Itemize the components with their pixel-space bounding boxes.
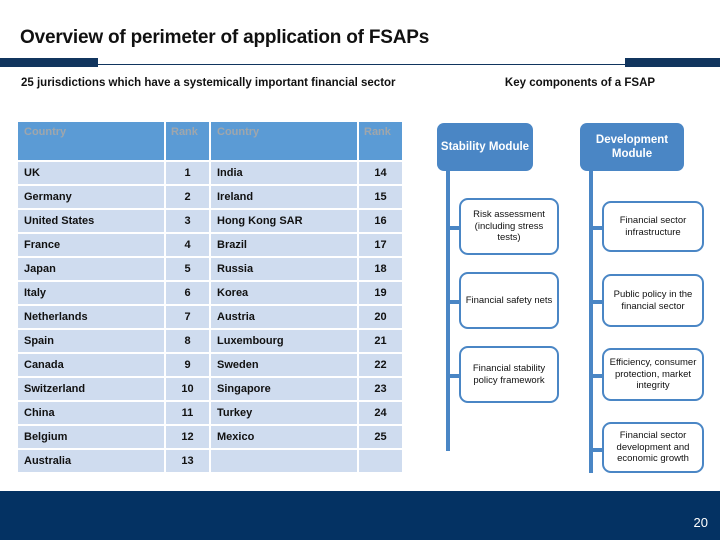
stability-component-1[interactable]: Risk assessment (including stress tests) xyxy=(459,198,559,255)
development-module-box[interactable]: Development Module xyxy=(580,123,684,171)
table-cell-country: Australia xyxy=(18,450,164,472)
table-row: UK 1 India 14 xyxy=(18,162,402,184)
table-row: United States 3 Hong Kong SAR 16 xyxy=(18,210,402,232)
table-cell-rank: 12 xyxy=(166,426,209,448)
table-cell-rank: 19 xyxy=(359,282,402,304)
table-row: Italy 6 Korea 19 xyxy=(18,282,402,304)
page-number: 20 xyxy=(693,515,708,530)
column-header-rank-2: Rank xyxy=(359,122,402,160)
title-divider xyxy=(0,58,720,67)
table-cell-rank: 23 xyxy=(359,378,402,400)
table-row: Australia 13 xyxy=(18,450,402,472)
table-header-row: Country Rank Country Rank xyxy=(18,122,402,160)
page-title: Overview of perimeter of application of … xyxy=(20,27,430,48)
table-cell-country: Italy xyxy=(18,282,164,304)
development-component-4[interactable]: Financial sector development and economi… xyxy=(602,422,704,473)
table-cell-rank: 18 xyxy=(359,258,402,280)
column-header-country-1: Country xyxy=(18,122,164,160)
table-cell-country: Korea xyxy=(211,282,357,304)
table-cell-country: United States xyxy=(18,210,164,232)
table-cell-country: Japan xyxy=(18,258,164,280)
table-cell-rank: 14 xyxy=(359,162,402,184)
table-cell-rank: 24 xyxy=(359,402,402,424)
table-row: Canada 9 Sweden 22 xyxy=(18,354,402,376)
divider-left-block xyxy=(0,58,98,67)
table-cell-rank: 21 xyxy=(359,330,402,352)
development-component-1[interactable]: Financial sector infrastructure xyxy=(602,201,704,252)
table-row: France 4 Brazil 17 xyxy=(18,234,402,256)
table-cell-rank: 5 xyxy=(166,258,209,280)
table-row: Switzerland 10 Singapore 23 xyxy=(18,378,402,400)
footer-bar: 20 xyxy=(0,491,720,540)
table-cell-country: Sweden xyxy=(211,354,357,376)
table-cell-rank: 7 xyxy=(166,306,209,328)
table-cell-rank: 10 xyxy=(166,378,209,400)
table-cell-rank: 22 xyxy=(359,354,402,376)
stability-module-box[interactable]: Stability Module xyxy=(437,123,533,171)
right-section-heading: Key components of a FSAP xyxy=(504,77,656,89)
table-cell-country: Singapore xyxy=(211,378,357,400)
development-component-2[interactable]: Public policy in the financial sector xyxy=(602,274,704,327)
table-cell-rank: 20 xyxy=(359,306,402,328)
table-row: China 11 Turkey 24 xyxy=(18,402,402,424)
table-cell-rank: 4 xyxy=(166,234,209,256)
table-cell-rank: 9 xyxy=(166,354,209,376)
table-cell-country: Netherlands xyxy=(18,306,164,328)
table-cell-country: Russia xyxy=(211,258,357,280)
stability-component-2[interactable]: Financial safety nets xyxy=(459,272,559,329)
development-component-3[interactable]: Efficiency, consumer protection, market … xyxy=(602,348,704,401)
table-row: Spain 8 Luxembourg 21 xyxy=(18,330,402,352)
column-header-rank-1: Rank xyxy=(166,122,209,160)
table-cell-country: Spain xyxy=(18,330,164,352)
divider-right-block xyxy=(625,58,720,67)
table-cell-country: Luxembourg xyxy=(211,330,357,352)
table-cell-rank: 8 xyxy=(166,330,209,352)
jurisdictions-table: Country Rank Country Rank UK 1 India 14 Germ… xyxy=(16,120,404,474)
table-cell-rank: 25 xyxy=(359,426,402,448)
table-cell-rank: 6 xyxy=(166,282,209,304)
table-cell-country: France xyxy=(18,234,164,256)
table-cell-rank: 17 xyxy=(359,234,402,256)
table-row: Belgium 12 Mexico 25 xyxy=(18,426,402,448)
table-cell-country: Austria xyxy=(211,306,357,328)
development-connector-trunk xyxy=(589,171,593,473)
table-row: Netherlands 7 Austria 20 xyxy=(18,306,402,328)
table-cell-rank: 3 xyxy=(166,210,209,232)
table-cell-country: Turkey xyxy=(211,402,357,424)
table-body: UK 1 India 14 Germany 2 Ireland 15 United States… xyxy=(18,162,402,472)
table-cell-rank: 1 xyxy=(166,162,209,184)
table-cell-country: Germany xyxy=(18,186,164,208)
table-cell-rank: 2 xyxy=(166,186,209,208)
table-cell-rank xyxy=(359,450,402,472)
table-cell-country: Switzerland xyxy=(18,378,164,400)
table-cell-country: Ireland xyxy=(211,186,357,208)
table-cell-country: Mexico xyxy=(211,426,357,448)
left-section-heading: 25 jurisdictions which have a systemical… xyxy=(21,77,396,89)
table-row: Germany 2 Ireland 15 xyxy=(18,186,402,208)
stability-connector-trunk xyxy=(446,171,450,451)
table-cell-country: Brazil xyxy=(211,234,357,256)
stability-component-3[interactable]: Financial stability policy framework xyxy=(459,346,559,403)
table-cell-country: UK xyxy=(18,162,164,184)
table-cell-rank: 16 xyxy=(359,210,402,232)
table-cell-country: Hong Kong SAR xyxy=(211,210,357,232)
table-cell-rank: 15 xyxy=(359,186,402,208)
table-cell-country xyxy=(211,450,357,472)
table-cell-country: Canada xyxy=(18,354,164,376)
column-header-country-2: Country xyxy=(211,122,357,160)
table-cell-rank: 13 xyxy=(166,450,209,472)
divider-line xyxy=(98,64,625,65)
fsap-components-diagram: Stability Module Risk assessment (includ… xyxy=(430,118,720,483)
table-cell-country: Belgium xyxy=(18,426,164,448)
table-cell-rank: 11 xyxy=(166,402,209,424)
table-cell-country: China xyxy=(18,402,164,424)
table-cell-country: India xyxy=(211,162,357,184)
table-row: Japan 5 Russia 18 xyxy=(18,258,402,280)
